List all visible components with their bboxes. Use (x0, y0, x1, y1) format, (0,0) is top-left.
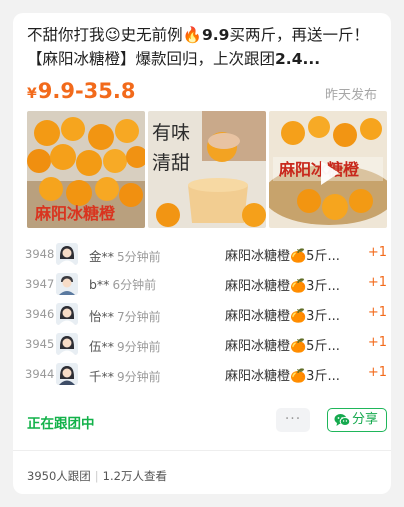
group-buy-card[interactable]: 不甜你打我😉史无前例🔥9.9买两斤，再送一斤！【麻阳冰糖橙】爆款回归，上次跟团2… (13, 13, 391, 494)
buyer-name: b** 6分钟前 (89, 277, 157, 292)
female-avatar-icon (56, 243, 78, 265)
order-time: 9分钟前 (117, 370, 161, 384)
wechat-icon (334, 414, 350, 426)
order-item: 麻阳冰糖橙🍊5斤... (225, 339, 340, 354)
order-item: 麻阳冰糖橙🍊3斤... (225, 309, 340, 324)
male-avatar-icon (56, 273, 78, 295)
order-qty: +1 (367, 365, 387, 380)
product-image-1[interactable]: 麻阳冰糖橙 (27, 111, 145, 228)
oranges-photo-icon: 麻阳冰糖橙 (27, 111, 145, 228)
order-number: 3946 (25, 307, 55, 321)
group-status: 正在跟团中 (27, 416, 95, 432)
buyer-name: 伍** 9分钟前 (89, 339, 161, 354)
avatar[interactable] (56, 333, 78, 355)
image-3-caption: 麻阳冰糖橙 (278, 160, 360, 179)
footer-stats: 3950人跟团 | 1.2万人查看 (27, 468, 167, 484)
female-avatar-icon (56, 303, 78, 325)
order-row[interactable]: 3945 伍** 9分钟前 麻阳冰糖橙🍊5斤... +1 (13, 330, 391, 360)
order-item: 麻阳冰糖橙🍊3斤... (225, 279, 340, 294)
buyer-name: 怡** 7分钟前 (89, 309, 161, 324)
order-row[interactable]: 3944 千** 9分钟前 麻阳冰糖橙🍊3斤... +1 (13, 360, 391, 390)
price-value: 9.9-35.8 (37, 79, 136, 103)
title-text-1: 不甜你打我😉史无前例🔥 (27, 26, 202, 44)
svg-text:有味: 有味 (152, 122, 190, 144)
share-label: 分享 (352, 412, 379, 427)
currency-symbol: ¥ (27, 86, 37, 102)
joined-count: 3950人跟团 (27, 469, 91, 483)
price-range: ¥9.9-35.8 (27, 79, 135, 106)
order-qty: +1 (367, 305, 387, 320)
avatar[interactable] (56, 363, 78, 385)
order-qty: +1 (367, 335, 387, 350)
views-count: 1.2万人查看 (102, 469, 167, 483)
female-avatar-icon (56, 333, 78, 355)
avatar[interactable] (56, 243, 78, 265)
svg-text:清甜: 清甜 (152, 152, 190, 174)
order-time: 7分钟前 (117, 310, 161, 324)
image-1-caption: 麻阳冰糖橙 (34, 204, 116, 223)
divider (13, 450, 391, 451)
order-time: 6分钟前 (112, 278, 157, 292)
product-video-3[interactable]: 麻阳冰糖橙 (269, 111, 387, 228)
title-bold-1: 9.9 (201, 26, 230, 44)
order-qty: +1 (367, 245, 387, 260)
avatar[interactable] (56, 273, 78, 295)
order-qty: +1 (367, 275, 387, 290)
order-number: 3947 (25, 277, 55, 291)
order-row[interactable]: 3947 b** 6分钟前 麻阳冰糖橙🍊3斤... +1 (13, 270, 391, 300)
post-title[interactable]: 不甜你打我😉史无前例🔥9.9买两斤，再送一斤！【麻阳冰糖橙】爆款回归，上次跟团2… (27, 23, 383, 71)
buyer-name: 金** 5分钟前 (89, 249, 161, 264)
order-time: 5分钟前 (117, 250, 161, 264)
order-number: 3944 (25, 367, 55, 381)
order-item: 麻阳冰糖橙🍊3斤... (225, 369, 340, 384)
separator: | (94, 469, 99, 483)
order-time: 9分钟前 (117, 340, 161, 354)
order-item: 麻阳冰糖橙🍊5斤... (225, 249, 340, 264)
more-button[interactable]: ··· (276, 408, 310, 432)
buyer-name: 千** 9分钟前 (89, 369, 161, 384)
posted-time: 昨天发布 (324, 88, 377, 103)
title-bold-2: 2.4... (275, 50, 321, 68)
product-image-2[interactable]: 有味 清甜 (148, 111, 266, 228)
share-button[interactable]: 分享 (327, 408, 387, 432)
order-number: 3945 (25, 337, 55, 351)
order-row[interactable]: 3948 金** 5分钟前 麻阳冰糖橙🍊5斤... +1 (13, 240, 391, 270)
squeezing-orange-photo-icon: 有味 清甜 (148, 111, 266, 228)
order-row[interactable]: 3946 怡** 7分钟前 麻阳冰糖橙🍊3斤... +1 (13, 300, 391, 330)
video-thumbnail-icon: 麻阳冰糖橙 (269, 111, 387, 228)
order-number: 3948 (25, 247, 55, 261)
female-avatar-icon (56, 363, 78, 385)
avatar[interactable] (56, 303, 78, 325)
